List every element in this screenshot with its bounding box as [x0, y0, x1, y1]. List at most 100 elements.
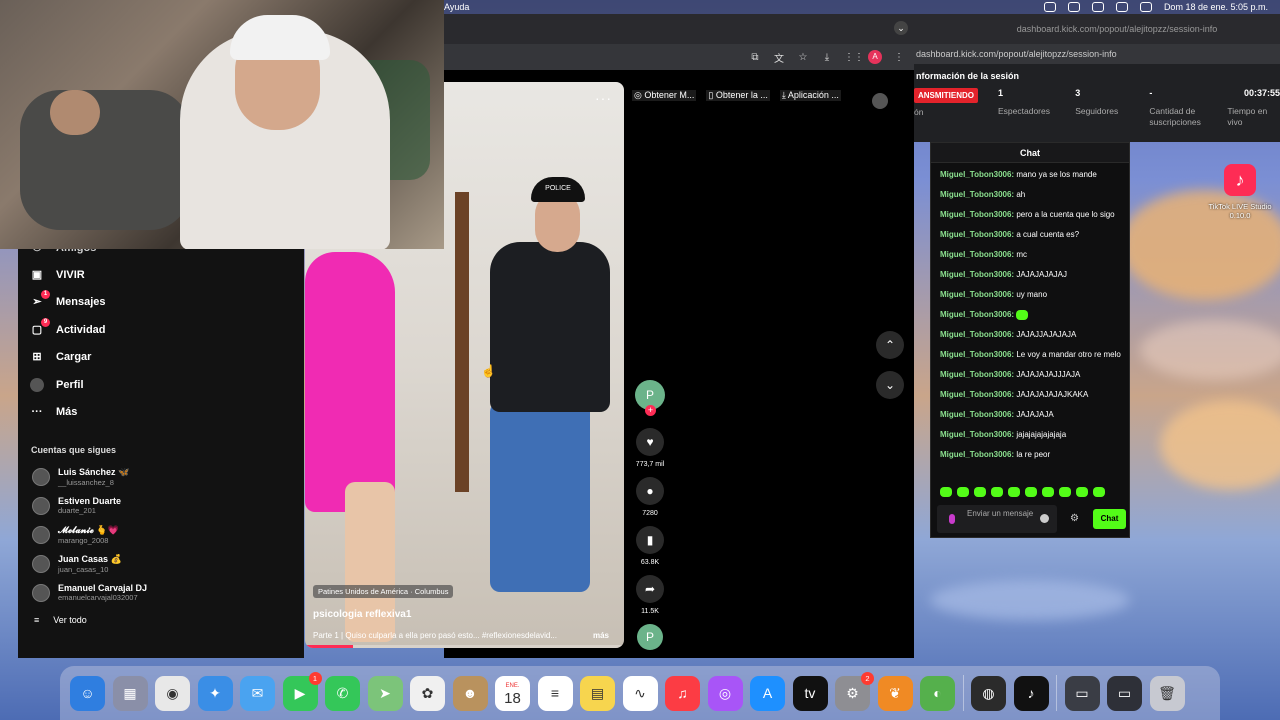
following-account[interactable]: Emanuel Carvajal DJ emanuelcarvajal032007: [32, 583, 147, 602]
cast-icon[interactable]: ⧉: [748, 52, 762, 63]
messages-icon[interactable]: ✆: [325, 675, 360, 711]
following-account[interactable]: Juan Casas 💰 juan_casas_10: [32, 554, 122, 574]
emote-icon[interactable]: [974, 487, 986, 497]
emote-icon[interactable]: [1093, 487, 1105, 497]
contacts-icon[interactable]: ☻: [452, 675, 488, 711]
following-account[interactable]: 𝓜𝓮𝓵𝓪𝓷𝓲𝓮 🫰💗 marango_2008: [32, 525, 119, 545]
clock[interactable]: Dom 18 de ene. 5:05 p.m.: [1164, 2, 1268, 12]
sidebar-item-live[interactable]: ▣ VIVIR: [30, 268, 85, 282]
emote-icon[interactable]: [1076, 487, 1088, 497]
chat-username[interactable]: Miguel_Tobon3006:: [940, 190, 1014, 199]
address-bar[interactable]: dashboard.kick.com/popout/alejitopzz/ses…: [914, 44, 1280, 64]
video-location[interactable]: Patines Unidos de América · Columbus: [313, 585, 454, 598]
menu-icon[interactable]: ⋮: [892, 52, 906, 63]
desktop-icon-tiktok-live[interactable]: ♪ TikTok LIVE Studio 0.10.0: [1200, 164, 1280, 220]
emoji-icon[interactable]: [1040, 514, 1049, 523]
chat-messages[interactable]: Miguel_Tobon3006: mano ya se los mande Mi…: [931, 163, 1129, 497]
menu-help[interactable]: Ayuda: [444, 2, 469, 12]
chat-username[interactable]: Miguel_Tobon3006:: [940, 210, 1014, 219]
following-account[interactable]: Luis Sánchez 🦋 __luissanchez_8: [32, 467, 129, 487]
translate-icon[interactable]: 文: [772, 50, 786, 65]
chat-username[interactable]: Miguel_Tobon3006:: [940, 410, 1014, 419]
chat-username[interactable]: Miguel_Tobon3006:: [940, 270, 1014, 279]
launchpad-icon[interactable]: ▦: [112, 675, 148, 711]
chat-username[interactable]: Miguel_Tobon3006:: [940, 170, 1014, 179]
user-avatar[interactable]: [872, 93, 888, 109]
reminders-icon[interactable]: ≡: [537, 675, 573, 711]
control-center-icon[interactable]: [1139, 2, 1152, 12]
music-icon[interactable]: ♫: [665, 675, 700, 711]
emote-icon[interactable]: [991, 487, 1003, 497]
tab-search-icon[interactable]: ⌄: [894, 21, 908, 35]
chat-input[interactable]: Enviar un mensaje: [937, 505, 1057, 533]
chevron-up-icon[interactable]: ⌃: [876, 331, 904, 359]
appstore-icon[interactable]: A: [750, 675, 785, 711]
maps-icon[interactable]: ➤: [367, 675, 403, 711]
chrome-icon[interactable]: ◉: [155, 675, 190, 711]
chat-username[interactable]: Miguel_Tobon3006:: [940, 330, 1014, 339]
tiktok-icon[interactable]: ♪: [1013, 675, 1049, 711]
chat-username[interactable]: Miguel_Tobon3006:: [940, 430, 1014, 439]
notes-icon[interactable]: ▤: [580, 675, 615, 711]
obs-icon[interactable]: ◍: [971, 675, 1006, 711]
emote-icon[interactable]: [940, 487, 952, 497]
profile-avatar[interactable]: A: [868, 50, 882, 64]
follow-plus-icon[interactable]: +: [645, 405, 656, 416]
emote-icon[interactable]: [1008, 487, 1020, 497]
facetime-icon[interactable]: ▶ 1: [282, 671, 322, 711]
finder-icon[interactable]: ☺: [70, 675, 105, 711]
like-icon[interactable]: ♥: [636, 428, 664, 456]
get-m-button[interactable]: ◎ Obtener M...: [632, 90, 697, 101]
chat-send-button[interactable]: Chat: [1093, 509, 1126, 529]
emote-icon[interactable]: [1042, 487, 1054, 497]
emote-icon[interactable]: [957, 487, 969, 497]
chat-username[interactable]: Miguel_Tobon3006:: [940, 230, 1014, 239]
share-icon[interactable]: ➦: [636, 575, 664, 603]
fl-studio-icon[interactable]: ❦: [877, 675, 913, 711]
chat-username[interactable]: Miguel_Tobon3006:: [940, 250, 1014, 259]
more-options-icon[interactable]: ···: [595, 90, 612, 106]
emote-icon[interactable]: [1059, 487, 1071, 497]
podcasts-icon[interactable]: ◎: [707, 675, 743, 711]
creator-avatar[interactable]: P +: [635, 380, 665, 416]
gear-icon[interactable]: ⚙: [1070, 513, 1079, 524]
app-button[interactable]: ⤓ Aplicación ...: [779, 90, 841, 101]
video-progress[interactable]: [305, 645, 624, 648]
sidebar-item-activity[interactable]: ▢ 9 Actividad: [30, 318, 106, 337]
sidebar-item-profile[interactable]: Perfil: [30, 378, 84, 392]
screen-record-icon[interactable]: [1067, 2, 1080, 12]
see-all-link[interactable]: ≡ Ver todo: [34, 615, 87, 625]
bookmark-icon[interactable]: ▮: [636, 526, 664, 554]
get-la-button[interactable]: ▯ Obtener la ...: [706, 90, 770, 101]
window-thumb-1-icon[interactable]: ▭: [1064, 675, 1100, 711]
chat-username[interactable]: Miguel_Tobon3006:: [940, 350, 1014, 359]
comment-icon[interactable]: ●: [636, 477, 664, 505]
status-icon[interactable]: [1043, 2, 1056, 12]
chat-username[interactable]: Miguel_Tobon3006:: [940, 450, 1014, 459]
capcut-icon[interactable]: ◐: [920, 675, 955, 711]
sound-disc-icon[interactable]: P: [637, 624, 663, 650]
chat-username[interactable]: Miguel_Tobon3006:: [940, 310, 1014, 319]
battery-icon[interactable]: [1091, 2, 1104, 12]
sidebar-item-upload[interactable]: ⊞ Cargar: [30, 350, 91, 364]
safari-icon[interactable]: ✦: [197, 675, 233, 711]
sidebar-item-more[interactable]: ··· Más: [30, 405, 78, 419]
chat-username[interactable]: Miguel_Tobon3006:: [940, 370, 1014, 379]
chat-username[interactable]: Miguel_Tobon3006:: [940, 390, 1014, 399]
mail-icon[interactable]: ✉: [240, 675, 275, 711]
chevron-down-icon[interactable]: ⌄: [876, 371, 904, 399]
extensions-icon[interactable]: ⋮⋮: [844, 52, 864, 63]
caption-more-link[interactable]: más: [593, 631, 613, 640]
freeform-icon[interactable]: ∿: [622, 675, 658, 711]
sidebar-item-messages[interactable]: ➢ 1 Mensajes: [30, 290, 106, 309]
appletv-icon[interactable]: tv: [792, 675, 828, 711]
following-account[interactable]: Estiven Duarte duarte_201: [32, 496, 121, 515]
star-icon[interactable]: ☆: [796, 52, 810, 63]
photos-icon[interactable]: ✿: [410, 675, 445, 711]
settings-icon[interactable]: ⚙ 2: [835, 671, 874, 711]
window-thumb-2-icon[interactable]: ▭: [1107, 675, 1142, 711]
chat-username[interactable]: Miguel_Tobon3006:: [940, 290, 1014, 299]
mic-icon[interactable]: [949, 514, 955, 524]
download-icon[interactable]: ⤓: [820, 52, 834, 63]
trash-icon[interactable]: 🗑: [1149, 675, 1185, 711]
